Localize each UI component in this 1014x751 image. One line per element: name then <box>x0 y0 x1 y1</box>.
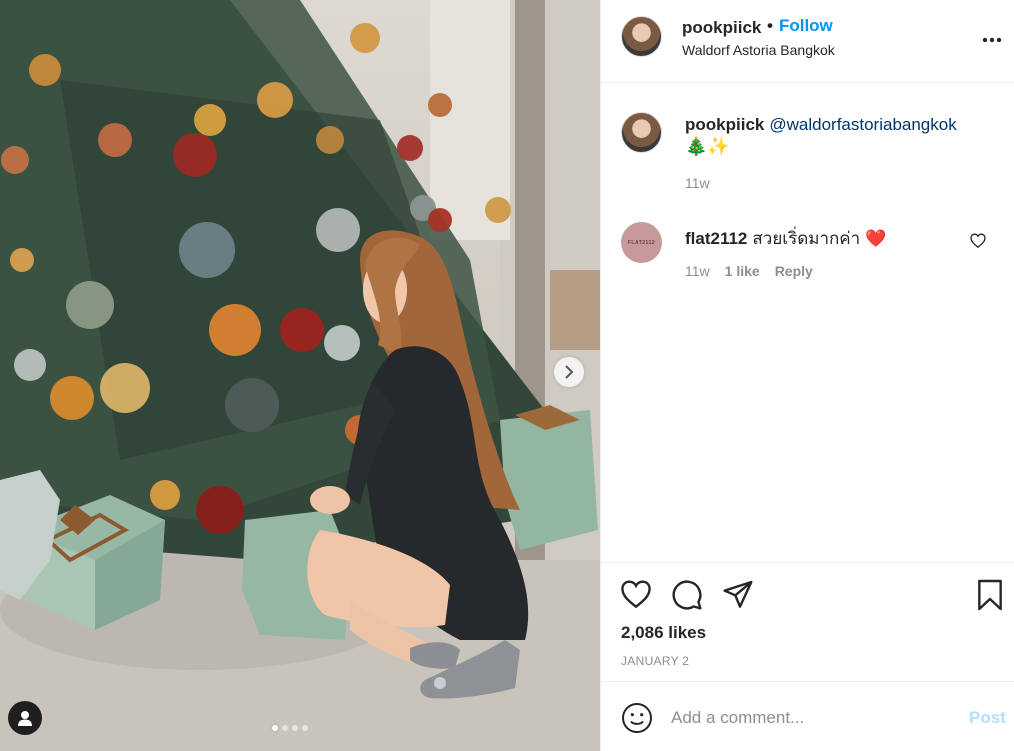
comment-timestamp[interactable]: 11w <box>685 263 710 279</box>
more-options-button[interactable] <box>982 30 1002 48</box>
reply-button[interactable]: Reply <box>775 263 813 279</box>
caption-mention[interactable]: @waldorfastoriabangkok <box>769 115 956 134</box>
comment-body: สวยเริ่ดมากค่า ❤️ <box>752 229 887 248</box>
carousel-dot <box>302 725 308 731</box>
add-comment-bar: Post <box>601 681 1014 751</box>
christmas-tree-photo <box>0 0 600 751</box>
carousel-dot-active <box>272 725 278 731</box>
more-horizontal-icon <box>982 37 1002 43</box>
paper-plane-icon <box>723 580 753 608</box>
post-location[interactable]: Waldorf Astoria Bangkok <box>682 42 835 58</box>
carousel-indicator <box>272 725 308 731</box>
comment-meta: 11w 1 like Reply <box>685 263 813 279</box>
comment-username[interactable]: flat2112 <box>685 229 747 248</box>
comment-like-button[interactable] <box>970 233 986 253</box>
follow-button[interactable]: Follow <box>779 16 833 35</box>
tagged-users-button[interactable] <box>8 701 42 735</box>
save-button[interactable] <box>976 579 1004 616</box>
carousel-next-button[interactable] <box>554 357 584 387</box>
post-author-username[interactable]: pookpiick <box>682 18 761 38</box>
comment-bubble-icon <box>672 580 702 610</box>
caption-timestamp[interactable]: 11w <box>685 175 710 191</box>
comment-input[interactable] <box>671 704 941 732</box>
caption-avatar[interactable] <box>621 112 662 153</box>
emoji-button[interactable] <box>621 702 653 739</box>
caption-text: pookpiick @waldorfastoriabangkok <box>685 115 957 135</box>
post-comment-button[interactable]: Post <box>969 708 1006 728</box>
comment-text: flat2112 สวยเริ่ดมากค่า ❤️ <box>685 225 886 252</box>
smiley-icon <box>622 703 652 733</box>
share-button[interactable] <box>722 579 754 614</box>
comment-likes[interactable]: 1 like <box>725 263 760 279</box>
carousel-dot <box>282 725 288 731</box>
post-header: pookpiick • Follow Waldorf Astoria Bangko… <box>601 0 1014 83</box>
separator-dot: • <box>767 16 773 35</box>
heart-outline-icon <box>970 233 986 249</box>
likes-count[interactable]: 2,086 likes <box>621 623 706 643</box>
post-date[interactable]: JANUARY 2 <box>621 654 689 668</box>
like-button[interactable] <box>620 579 652 614</box>
bookmark-icon <box>978 579 1002 611</box>
post-details-panel: pookpiick • Follow Waldorf Astoria Bangko… <box>600 0 1014 751</box>
post-photo[interactable] <box>0 0 600 751</box>
carousel-dot <box>292 725 298 731</box>
caption-emoji: 🎄✨ <box>685 136 730 156</box>
caption-username[interactable]: pookpiick <box>685 115 764 134</box>
avatar[interactable] <box>621 16 662 57</box>
post-actions: 2,086 likes JANUARY 2 <box>601 562 1014 680</box>
comment-button[interactable] <box>671 579 703 616</box>
comment-avatar[interactable]: FLAT2112 <box>621 222 662 263</box>
user-icon <box>18 711 32 726</box>
follow-area: • Follow <box>767 16 833 36</box>
heart-icon <box>621 580 651 609</box>
chevron-right-icon <box>565 365 574 379</box>
